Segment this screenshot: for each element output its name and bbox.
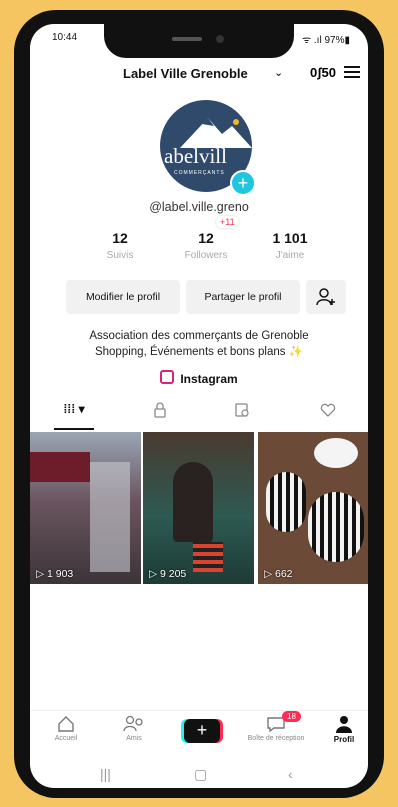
account-switcher[interactable]: Label Ville Grenoble — [123, 66, 248, 81]
bottom-nav: Accueil Amis + 18 Boîte de réception Pro… — [30, 710, 368, 757]
top-bar: Label Ville Grenoble ⌄ 0ʃ50 — [30, 64, 368, 86]
new-followers-badge: +11 — [216, 216, 239, 228]
instagram-link[interactable]: Instagram — [30, 370, 368, 386]
views-count: 9 205 — [160, 568, 187, 580]
inbox-badge: 18 — [282, 711, 301, 722]
edit-profile-button[interactable]: Modifier le profil — [66, 280, 180, 314]
following-label: Suivis — [106, 250, 134, 261]
profile-icon — [336, 716, 352, 733]
video-views-2: ▷ 9 205 — [149, 568, 187, 580]
video-thumbnail-3[interactable]: ▷ 662 — [258, 432, 368, 584]
share-profile-button[interactable]: Partager le profil — [186, 280, 300, 314]
recent-apps-icon[interactable]: ||| — [100, 766, 111, 782]
stat-followers[interactable]: +11 12 Followers — [166, 216, 246, 261]
heart-icon — [320, 403, 336, 417]
back-icon[interactable]: ‹ — [288, 766, 293, 782]
stat-likes[interactable]: 1 101 J'aime — [250, 230, 330, 261]
nav-home-label: Accueil — [54, 735, 78, 742]
followers-label: Followers — [184, 250, 228, 261]
avatar[interactable]: abelvill COMMERÇANTS + — [160, 100, 256, 196]
lock-icon — [154, 402, 166, 418]
nav-friends-label: Amis — [126, 735, 142, 742]
chevron-down-icon[interactable]: ⌄ — [274, 66, 283, 79]
bio-line-1: Association des commerçants de Grenoble — [89, 330, 309, 342]
menu-icon[interactable] — [344, 66, 360, 78]
notch — [104, 24, 294, 58]
profile-handle: @label.ville.greno — [149, 200, 249, 214]
likes-count: 1 101 — [272, 230, 308, 246]
home-button-icon[interactable]: ▢ — [194, 766, 207, 783]
creator-tools-icon[interactable]: 0ʃ50 — [310, 65, 336, 80]
video-grid: ▷ 1 903 ▷ 9 205 ▷ 662 — [30, 432, 368, 584]
mountain-logo-icon — [180, 118, 252, 148]
create-button[interactable]: + — [184, 719, 220, 743]
logo-text: abelvill — [164, 144, 227, 168]
video-thumbnail-2[interactable]: ▷ 9 205 — [143, 432, 254, 584]
repost-icon — [235, 403, 249, 417]
tab-reposts-icon[interactable] — [222, 402, 262, 424]
tab-private-lock-icon[interactable] — [140, 402, 180, 424]
friends-icon — [123, 715, 143, 732]
instagram-label: Instagram — [180, 372, 238, 386]
followers-count: 12 — [198, 230, 214, 246]
nav-home[interactable]: Accueil — [36, 715, 96, 742]
following-count: 12 — [112, 230, 128, 246]
video-views-1: ▷ 1 903 — [36, 568, 74, 580]
likes-label: J'aime — [275, 250, 305, 261]
screen: 10:44 ᯤ .ıl 97%▮ Label Ville Grenoble ⌄ … — [30, 24, 368, 788]
instagram-icon — [160, 370, 175, 384]
views-count: 1 903 — [47, 568, 74, 580]
nav-inbox[interactable]: 18 Boîte de réception — [246, 711, 306, 742]
active-tab-indicator — [54, 428, 94, 430]
battery-level: 97% — [324, 35, 345, 46]
bio: Association des commerçants de Grenoble … — [30, 328, 368, 360]
status-battery: ᯤ .ıl 97%▮ — [302, 35, 350, 46]
video-thumbnail-1[interactable]: ▷ 1 903 — [30, 432, 141, 584]
add-user-icon — [316, 288, 335, 306]
bio-line-2: Shopping, Événements et bons plans ✨ — [94, 346, 304, 358]
stat-following[interactable]: 12 Suivis — [80, 230, 160, 261]
nav-profile-label: Profil — [333, 735, 355, 744]
system-nav: ||| ▢ ‹ — [30, 764, 368, 788]
add-photo-icon[interactable]: + — [230, 170, 256, 196]
logo-subtext: COMMERÇANTS — [174, 170, 225, 176]
tab-liked-icon[interactable] — [308, 402, 348, 424]
content-tabs: ⁞⁞⁞ ▾ — [30, 398, 368, 430]
nav-inbox-label: Boîte de réception — [247, 735, 305, 742]
nav-profile[interactable]: Profil — [314, 715, 368, 744]
nav-friends[interactable]: Amis — [104, 715, 164, 742]
add-friend-button[interactable] — [306, 280, 346, 314]
views-count: 662 — [275, 568, 293, 580]
profile-stats: 12 Suivis +11 12 Followers 1 101 J'aime — [30, 216, 368, 270]
tab-videos-grid-icon[interactable]: ⁞⁞⁞ ▾ — [54, 402, 94, 424]
video-views-3: ▷ 662 — [264, 568, 293, 580]
home-icon — [58, 716, 74, 732]
status-time: 10:44 — [52, 32, 78, 43]
